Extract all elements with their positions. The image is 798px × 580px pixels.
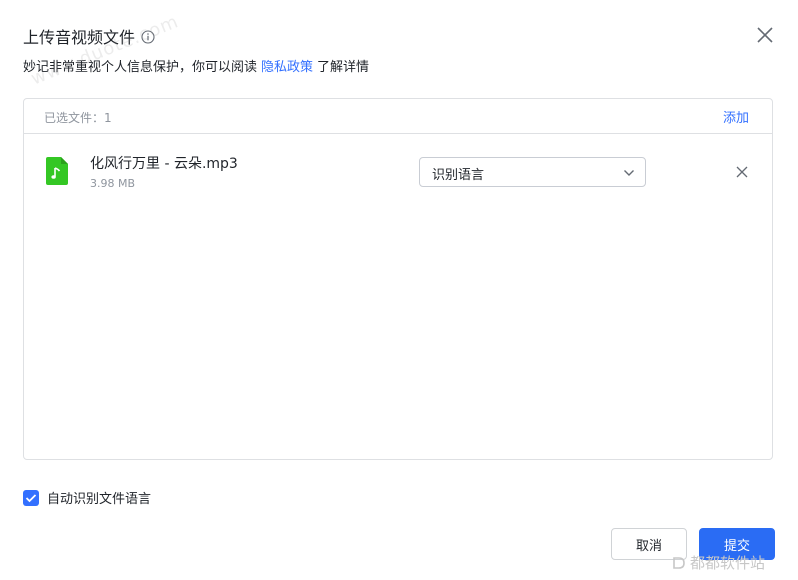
submit-button[interactable]: 提交 <box>699 528 775 560</box>
file-size: 3.98 MB <box>90 177 136 190</box>
language-select-value: 识别语言 <box>432 168 485 183</box>
language-select[interactable]: 识别语言 <box>419 157 646 187</box>
auto-detect-language-option[interactable]: 自动识别文件语言 <box>23 488 151 507</box>
audio-file-icon <box>46 157 68 185</box>
privacy-notice-prefix: 妙记非常重视个人信息保护，你可以阅读 <box>23 60 258 75</box>
dialog-title: 上传音视频文件 <box>23 28 136 47</box>
file-name: 化风行万里 - 云朵.mp3 <box>90 156 238 172</box>
add-file-button[interactable]: 添加 <box>723 107 749 126</box>
remove-file-icon[interactable] <box>735 164 749 178</box>
file-list-panel: 已选文件：1 添加 化风行万里 - 云朵.mp3 3.98 MB 识别语言 <box>23 98 773 460</box>
upload-dialog: 上传音视频文件 妙记非常重视个人信息保护，你可以阅读 隐私政策 了解详情 www.d… <box>0 0 798 580</box>
selected-count: 已选文件：1 <box>44 111 112 125</box>
privacy-notice-suffix: 了解详情 <box>317 60 370 75</box>
privacy-notice: 妙记非常重视个人信息保护，你可以阅读 隐私政策 了解详情 <box>23 56 369 75</box>
auto-detect-checkbox[interactable] <box>23 489 39 506</box>
auto-detect-label: 自动识别文件语言 <box>47 492 152 507</box>
dialog-header: 上传音视频文件 <box>23 24 155 48</box>
cancel-button[interactable]: 取消 <box>611 528 687 560</box>
file-row: 化风行万里 - 云朵.mp3 3.98 MB 识别语言 <box>24 147 772 197</box>
info-circle-icon[interactable] <box>141 29 155 44</box>
close-icon[interactable] <box>754 24 776 46</box>
watermark-top: www.duote.com <box>28 11 182 90</box>
privacy-policy-link[interactable]: 隐私政策 <box>261 60 313 75</box>
file-list-header: 已选文件：1 添加 <box>24 99 772 134</box>
chevron-down-icon <box>623 167 635 177</box>
